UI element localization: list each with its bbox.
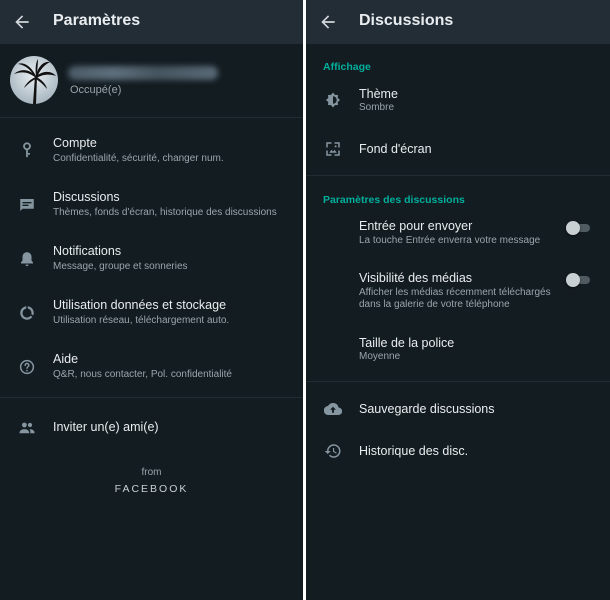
enter-label: Entrée pour envoyer [359, 219, 473, 233]
history-icon [324, 444, 341, 458]
help-sub: Q&R, nous contacter, Pol. confidentialit… [53, 369, 232, 380]
media-sub: Afficher les médias récemment téléchargé… [359, 287, 551, 310]
chats-label: Discussions [53, 190, 120, 204]
chat-backup-item[interactable]: Sauvegarde discussions [306, 394, 610, 424]
theme-value: Sombre [359, 102, 395, 113]
back-arrow-icon[interactable] [12, 12, 32, 32]
people-icon [19, 422, 35, 434]
settings-item-notifications[interactable]: Notifications Message, groupe et sonneri… [0, 237, 303, 281]
page-title: Discussions [359, 12, 454, 29]
help-icon [19, 359, 35, 375]
notifications-label: Notifications [53, 244, 122, 258]
storage-sub: Utilisation réseau, téléchargement auto. [53, 315, 230, 326]
profile-status: Occupé(e) [70, 84, 122, 96]
divider [306, 381, 610, 382]
backup-label: Sauvegarde discussions [359, 402, 495, 416]
wallpaper-icon [326, 142, 340, 156]
settings-item-account[interactable]: Compte Confidentialité, sécurité, change… [0, 129, 303, 173]
bell-icon [21, 252, 33, 267]
chats-sub: Thèmes, fonds d'écran, historique des di… [53, 207, 277, 218]
help-label: Aide [53, 352, 79, 366]
enter-to-send-toggle[interactable] [566, 221, 590, 235]
divider [306, 175, 610, 176]
toggle-knob [566, 273, 580, 287]
chats-header: Discussions [306, 0, 610, 44]
toggle-knob [566, 221, 580, 235]
invite-friend-button[interactable]: Inviter un(e) ami(e) [0, 408, 303, 448]
key-icon [23, 142, 31, 158]
data-usage-icon [20, 306, 34, 320]
divider [0, 117, 303, 118]
account-sub: Confidentialité, sécurité, changer num. [53, 153, 224, 164]
chat-icon [20, 199, 34, 211]
settings-item-storage[interactable]: Utilisation données et stockage Utilisat… [0, 291, 303, 335]
font-size-label: Taille de la police [359, 336, 455, 350]
enter-to-send-setting[interactable]: Entrée pour envoyer La touche Entrée env… [306, 212, 610, 252]
theme-label: Thème [359, 87, 398, 101]
invite-label: Inviter un(e) ami(e) [53, 420, 159, 434]
settings-item-help[interactable]: Aide Q&R, nous contacter, Pol. confident… [0, 345, 303, 389]
storage-label: Utilisation données et stockage [53, 298, 227, 312]
brightness-icon [325, 92, 341, 108]
divider [0, 397, 303, 398]
theme-setting[interactable]: Thème Sombre [306, 80, 610, 120]
blurred-profile-name [68, 66, 218, 80]
font-size-setting[interactable]: Taille de la police Moyenne [306, 328, 610, 368]
footer-from: from [141, 467, 162, 478]
settings-screen: Paramètres Occupé(e) Compte Confidential… [0, 0, 303, 600]
cloud-upload-icon [324, 403, 342, 416]
wallpaper-setting[interactable]: Fond d'écran [306, 134, 610, 164]
back-arrow-icon[interactable] [318, 12, 338, 32]
profile-row[interactable]: Occupé(e) [0, 44, 303, 118]
notifications-sub: Message, groupe et sonneries [53, 261, 188, 272]
media-visibility-toggle[interactable] [566, 273, 590, 287]
enter-sub: La touche Entrée enverra votre message [359, 235, 541, 246]
section-heading-chat-settings: Paramètres des discussions [323, 194, 465, 206]
footer-brand: FACEBOOK [114, 483, 189, 495]
wallpaper-label: Fond d'écran [359, 142, 432, 156]
account-label: Compte [53, 136, 97, 150]
settings-header: Paramètres [0, 0, 303, 44]
chat-history-item[interactable]: Historique des disc. [306, 436, 610, 466]
palm-tree-avatar-image [10, 56, 58, 104]
font-size-value: Moyenne [359, 351, 401, 362]
page-title: Paramètres [53, 12, 141, 29]
history-label: Historique des disc. [359, 444, 469, 458]
settings-item-chats[interactable]: Discussions Thèmes, fonds d'écran, histo… [0, 183, 303, 227]
media-visibility-setting[interactable]: Visibilité des médias Afficher les média… [306, 264, 610, 314]
chats-settings-screen: Discussions Affichage Thème Sombre Fond … [306, 0, 610, 600]
media-label: Visibilité des médias [359, 271, 473, 285]
avatar[interactable] [10, 56, 58, 104]
section-heading-display: Affichage [323, 61, 371, 73]
